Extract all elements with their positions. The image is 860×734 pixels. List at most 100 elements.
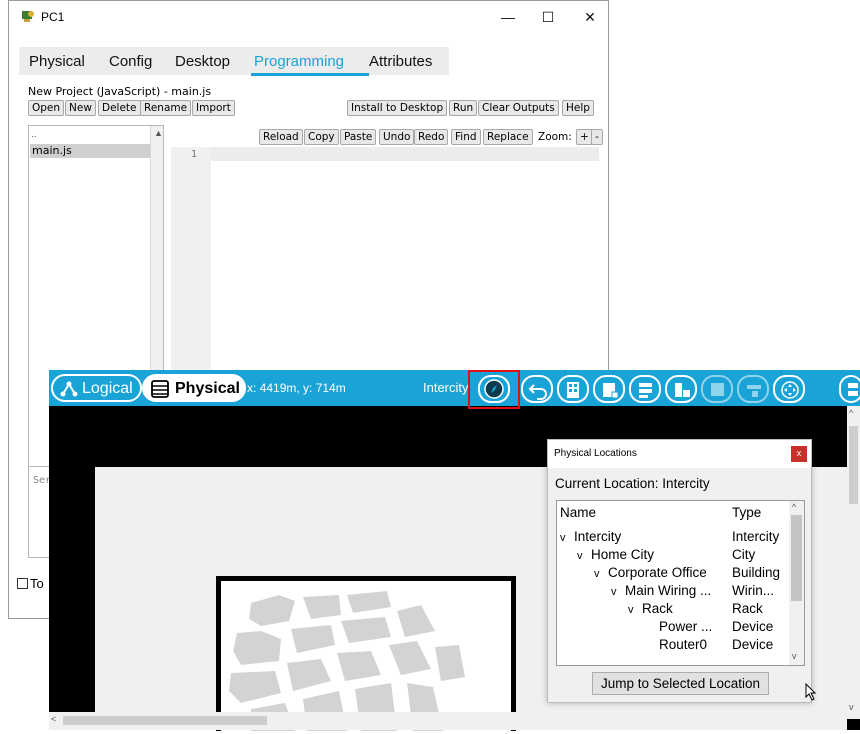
column-header-type[interactable]: Type bbox=[732, 505, 761, 520]
move-button[interactable] bbox=[773, 375, 805, 403]
window-title: PC1 bbox=[41, 10, 65, 24]
new-building-icon bbox=[567, 382, 579, 398]
more-tools-button[interactable] bbox=[839, 375, 860, 403]
highlight-box bbox=[468, 370, 520, 409]
tree-row-type: City bbox=[732, 547, 756, 562]
help-button[interactable]: Help bbox=[562, 100, 594, 116]
rename-button[interactable]: Rename bbox=[140, 100, 192, 116]
canvas-vertical-scrollbar[interactable]: ^ v bbox=[847, 406, 860, 719]
physical-label: Physical bbox=[175, 380, 240, 397]
active-tab-indicator bbox=[251, 73, 369, 76]
open-button[interactable]: Open bbox=[28, 100, 65, 116]
chevron-down-icon[interactable]: v bbox=[594, 568, 608, 580]
city-map[interactable] bbox=[216, 576, 516, 731]
top-checkbox[interactable]: To bbox=[17, 576, 44, 591]
parent-directory-item[interactable]: .. bbox=[31, 129, 37, 140]
tree-row-type: Device bbox=[732, 637, 774, 652]
chevron-down-icon[interactable]: v bbox=[628, 604, 642, 616]
run-button[interactable]: Run bbox=[449, 100, 478, 116]
back-button[interactable] bbox=[521, 375, 553, 403]
redo-button[interactable]: Redo bbox=[414, 129, 449, 145]
column-header-name[interactable]: Name bbox=[560, 505, 596, 520]
maximize-button[interactable]: ☐ bbox=[531, 5, 565, 29]
tree-row-type: Rack bbox=[732, 601, 763, 616]
undo-button[interactable]: Undo bbox=[379, 129, 415, 145]
new-room-button[interactable] bbox=[737, 375, 769, 403]
current-location-label: Intercity bbox=[423, 380, 469, 395]
physical-locations-dialog: Physical Locations x Current Location: I… bbox=[547, 439, 812, 703]
tree-row-type: Device bbox=[732, 619, 774, 634]
paste-button[interactable]: Paste bbox=[340, 129, 377, 145]
close-button[interactable]: ✕ bbox=[573, 5, 607, 29]
tab-programming[interactable]: Programming bbox=[254, 53, 344, 70]
delete-button[interactable]: Delete bbox=[98, 100, 141, 116]
location-tree[interactable]: Name Type v Intercity Intercity v Home Cit… bbox=[556, 500, 805, 666]
checkbox-box[interactable] bbox=[17, 578, 28, 589]
workspace-toolbar: Logical Physical x: 4419m, y: 714m Inter… bbox=[49, 370, 860, 409]
current-location-text: Current Location: Intercity bbox=[555, 476, 710, 491]
tree-row[interactable]: v Rack bbox=[628, 601, 673, 619]
back-arrow-icon bbox=[528, 384, 547, 400]
title-bar[interactable]: PC1 — ☐ ✕ bbox=[9, 1, 608, 33]
tree-row[interactable]: Power ... bbox=[659, 619, 712, 637]
scroll-down-icon[interactable]: v bbox=[792, 651, 797, 661]
import-button[interactable]: Import bbox=[192, 100, 235, 116]
tab-desktop[interactable]: Desktop bbox=[175, 53, 230, 70]
physical-view-button[interactable]: Physical bbox=[142, 374, 246, 402]
minimize-button[interactable]: — bbox=[491, 5, 525, 29]
copy-button[interactable]: Copy bbox=[304, 129, 339, 145]
file-item-main-js[interactable]: main.js bbox=[30, 144, 150, 158]
replace-button[interactable]: Replace bbox=[483, 129, 533, 145]
coordinate-readout: x: 4419m, y: 714m bbox=[247, 381, 346, 395]
vertical-scroll-thumb[interactable] bbox=[849, 426, 858, 504]
scroll-down-icon[interactable]: v bbox=[849, 702, 854, 712]
tree-row[interactable]: v Corporate Office bbox=[594, 565, 707, 583]
zoom-out-button[interactable]: - bbox=[591, 129, 603, 145]
tree-row[interactable]: v Home City bbox=[577, 547, 654, 565]
tab-attributes[interactable]: Attributes bbox=[369, 53, 432, 70]
tab-physical[interactable]: Physical bbox=[29, 53, 85, 70]
mouse-cursor-icon bbox=[805, 683, 817, 701]
reload-button[interactable]: Reload bbox=[259, 129, 303, 145]
code-editor-current-line[interactable] bbox=[211, 147, 599, 161]
chevron-down-icon[interactable]: v bbox=[577, 550, 591, 562]
new-closet-button[interactable] bbox=[593, 375, 625, 403]
logical-label: Logical bbox=[82, 380, 133, 397]
new-wiring-closet-icon bbox=[711, 383, 724, 396]
tab-config[interactable]: Config bbox=[109, 53, 152, 70]
scroll-up-icon[interactable]: ^ bbox=[849, 408, 853, 418]
dialog-title-bar[interactable]: Physical Locations x bbox=[548, 440, 811, 468]
canvas-horizontal-scrollbar[interactable]: < bbox=[49, 712, 847, 730]
more-icon bbox=[848, 383, 858, 396]
horizontal-scroll-thumb[interactable] bbox=[63, 716, 267, 725]
new-rack-button[interactable] bbox=[629, 375, 661, 403]
tree-row-type: Wirin... bbox=[732, 583, 774, 598]
chevron-down-icon[interactable]: v bbox=[560, 532, 574, 544]
tree-scrollbar[interactable]: ^ v bbox=[789, 501, 804, 665]
tree-scroll-thumb[interactable] bbox=[791, 515, 802, 601]
new-wiring-closet-button[interactable] bbox=[701, 375, 733, 403]
new-table-icon bbox=[675, 383, 690, 397]
new-button[interactable]: New bbox=[65, 100, 96, 116]
clear-outputs-button[interactable]: Clear Outputs bbox=[478, 100, 559, 116]
install-to-desktop-button[interactable]: Install to Desktop bbox=[347, 100, 448, 116]
tree-row-type: Building bbox=[732, 565, 781, 580]
checkbox-label: To bbox=[30, 576, 44, 591]
tree-row[interactable]: v Intercity bbox=[560, 529, 621, 547]
tree-row[interactable]: v Main Wiring ... bbox=[611, 583, 711, 601]
tree-row[interactable]: Router0 bbox=[659, 637, 707, 655]
editor-toolbar: Reload Copy Paste Undo Redo Find Replace… bbox=[171, 125, 603, 149]
physical-rack-icon bbox=[151, 380, 169, 398]
scroll-left-icon[interactable]: < bbox=[51, 714, 56, 724]
scroll-up-icon[interactable]: ▲ bbox=[154, 128, 163, 138]
new-building-button[interactable] bbox=[557, 375, 589, 403]
chevron-down-icon[interactable]: v bbox=[611, 586, 625, 598]
jump-to-selected-location-button[interactable]: Jump to Selected Location bbox=[592, 672, 769, 695]
pc-app-icon bbox=[22, 11, 34, 22]
logical-view-button[interactable]: Logical bbox=[51, 374, 142, 402]
dialog-close-button[interactable]: x bbox=[791, 446, 807, 462]
city-blocks-graphic bbox=[229, 591, 465, 731]
new-table-button[interactable] bbox=[665, 375, 697, 403]
scroll-up-icon[interactable]: ^ bbox=[792, 502, 796, 512]
find-button[interactable]: Find bbox=[451, 129, 481, 145]
